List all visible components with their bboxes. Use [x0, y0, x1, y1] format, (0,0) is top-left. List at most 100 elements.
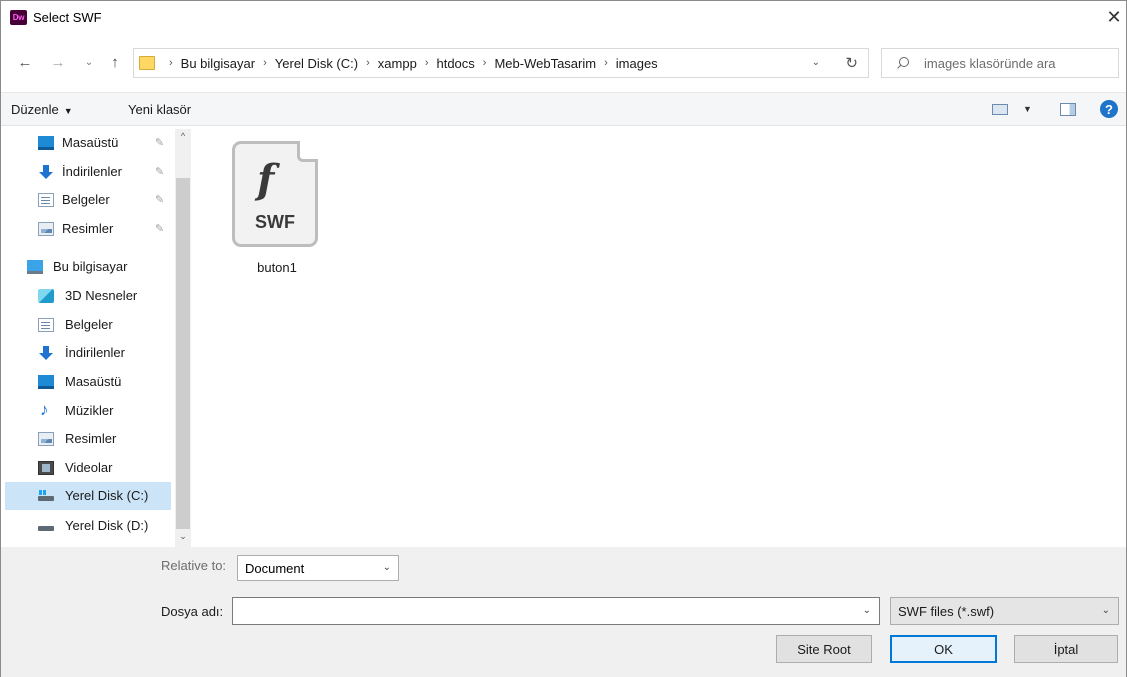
desktop-icon — [38, 136, 54, 150]
sidebar-item-label: İndirilenler — [65, 345, 125, 360]
relative-to-value: Document — [245, 561, 305, 576]
pin-icon[interactable]: ✎ — [155, 136, 164, 149]
sidebar-item-pictures[interactable]: Resimler — [5, 425, 171, 453]
cancel-button[interactable]: İptal — [1014, 635, 1118, 663]
downloads-icon — [38, 346, 54, 360]
music-icon — [38, 400, 54, 420]
chevron-right-icon[interactable]: › — [366, 57, 370, 69]
filename-field[interactable]: ⌄ — [232, 597, 880, 625]
close-icon[interactable]: ✕ — [1102, 5, 1126, 29]
file-dialog-window: Dw Select SWF ✕ ← → ⌄ ↑ › Bu bilgisayar … — [0, 0, 1127, 677]
drive-icon — [38, 489, 54, 503]
chevron-right-icon[interactable]: › — [425, 57, 429, 69]
sidebar-item-label: Yerel Disk (D:) — [65, 518, 149, 533]
sidebar-item-documents[interactable]: Belgeler — [5, 311, 171, 339]
file-item[interactable]: f SWF buton1 — [231, 137, 321, 277]
filetype-select[interactable]: SWF files (*.swf) ⌄ — [890, 597, 1119, 625]
up-arrow-icon[interactable]: ↑ — [105, 52, 125, 72]
search-input[interactable]: images klasöründe ara — [881, 48, 1119, 78]
scroll-up-icon[interactable]: ^ — [175, 131, 191, 145]
navigation-pane: Masaüstü ✎ İndirilenler ✎ Belgeler ✎ Res… — [5, 129, 191, 547]
sidebar-item-this-pc[interactable]: Bu bilgisayar — [5, 253, 171, 281]
breadcrumb-item[interactable]: images — [616, 56, 658, 71]
chevron-right-icon[interactable]: › — [483, 57, 487, 69]
sidebar-item-label: Masaüstü — [65, 374, 122, 389]
chevron-down-icon: ⌄ — [1101, 605, 1110, 616]
sidebar-item-label: Videolar — [65, 460, 113, 475]
relative-to-select[interactable]: Document ⌄ — [237, 555, 399, 581]
pin-icon[interactable]: ✎ — [155, 165, 164, 178]
breadcrumb-item[interactable]: htdocs — [436, 56, 474, 71]
pictures-icon — [38, 222, 54, 236]
scroll-thumb[interactable] — [176, 178, 190, 529]
filename-label: Dosya adı: — [161, 604, 224, 619]
sidebar-item-label: Yerel Disk (C:) — [65, 488, 149, 503]
view-options-caret-icon[interactable]: ▼ — [1023, 104, 1032, 114]
pictures-icon — [38, 432, 54, 446]
sidebar-item-music[interactable]: Müzikler — [5, 397, 171, 425]
sidebar-item-downloads[interactable]: İndirilenler — [5, 339, 171, 367]
chevron-down-icon[interactable]: ⌄ — [863, 605, 871, 616]
help-icon[interactable]: ? — [1100, 100, 1118, 118]
chevron-right-icon[interactable]: › — [263, 57, 267, 69]
file-name: buton1 — [257, 260, 297, 275]
sidebar-item-label: Resimler — [62, 221, 114, 236]
3d-objects-icon — [38, 289, 54, 303]
title-bar: Dw Select SWF ✕ — [1, 1, 1126, 35]
pin-icon[interactable]: ✎ — [155, 222, 164, 235]
sidebar-item-label: İndirilenler — [62, 164, 122, 179]
sidebar-item-drive-d[interactable]: Yerel Disk (D:) — [5, 512, 171, 540]
sidebar-item-3d-objects[interactable]: 3D Nesneler — [5, 282, 171, 310]
sidebar-item-label: Belgeler — [62, 192, 110, 207]
dialog-footer: Relative to: Document ⌄ Dosya adı: ⌄ SWF… — [1, 547, 1126, 677]
back-arrow-icon[interactable]: ← — [15, 52, 35, 72]
flash-logo-glyph: f — [257, 156, 275, 203]
file-list-area: f SWF buton1 — [193, 129, 1123, 547]
sidebar-item-quick-documents[interactable]: Belgeler ✎ — [5, 186, 171, 214]
site-root-button[interactable]: Site Root — [776, 635, 872, 663]
address-dropdown-chevron-icon[interactable]: ⌄ — [812, 57, 820, 68]
breadcrumb-item[interactable]: Bu bilgisayar — [181, 56, 255, 71]
new-folder-button[interactable]: Yeni klasör — [128, 102, 191, 117]
chevron-right-icon[interactable]: › — [604, 57, 608, 69]
address-bar[interactable]: › Bu bilgisayar › Yerel Disk (C:) › xamp… — [133, 48, 869, 78]
sidebar-item-label: Masaüstü — [62, 135, 119, 150]
filename-input[interactable] — [233, 598, 833, 622]
breadcrumb-item[interactable]: xampp — [378, 56, 417, 71]
drive-icon — [38, 519, 54, 533]
breadcrumb: › Bu bilgisayar › Yerel Disk (C:) › xamp… — [161, 56, 658, 71]
folder-icon — [139, 56, 155, 70]
sidebar-item-quick-downloads[interactable]: İndirilenler ✎ — [5, 158, 171, 186]
documents-icon — [38, 193, 54, 207]
scroll-down-icon[interactable]: ⌄ — [175, 531, 191, 545]
pin-icon[interactable]: ✎ — [155, 193, 164, 206]
sidebar-item-label: 3D Nesneler — [65, 288, 138, 303]
recent-locations-chevron-icon[interactable]: ⌄ — [79, 52, 99, 72]
sidebar-item-videos[interactable]: Videolar — [5, 454, 171, 482]
window-title: Select SWF — [33, 10, 102, 25]
ok-button[interactable]: OK — [890, 635, 997, 663]
sidebar-item-quick-desktop[interactable]: Masaüstü ✎ — [5, 129, 171, 157]
search-placeholder: images klasöründe ara — [924, 55, 1056, 71]
sidebar-item-drive-c[interactable]: Yerel Disk (C:) — [5, 482, 171, 510]
sidebar-item-quick-pictures[interactable]: Resimler ✎ — [5, 215, 171, 243]
breadcrumb-item[interactable]: Meb-WebTasarim — [494, 56, 596, 71]
chevron-right-icon: › — [169, 57, 173, 69]
sidebar-item-label: Resimler — [65, 431, 117, 446]
documents-icon — [38, 318, 54, 332]
downloads-icon — [38, 165, 54, 179]
refresh-icon[interactable]: ↻ — [845, 54, 858, 72]
breadcrumb-item[interactable]: Yerel Disk (C:) — [275, 56, 358, 71]
sidebar-scrollbar[interactable]: ^ ⌄ — [175, 129, 191, 547]
organize-label: Düzenle — [11, 102, 59, 117]
command-bar: Düzenle ▼ Yeni klasör ▼ ? — [1, 92, 1126, 126]
preview-pane-icon[interactable] — [1060, 103, 1076, 116]
dropdown-caret-icon: ▼ — [63, 106, 73, 116]
sidebar-item-desktop[interactable]: Masaüstü — [5, 368, 171, 396]
organize-menu-button[interactable]: Düzenle ▼ — [11, 102, 73, 117]
chevron-down-icon: ⌄ — [382, 562, 391, 573]
computer-icon — [27, 260, 43, 274]
search-icon — [896, 56, 909, 70]
change-view-icon[interactable] — [992, 104, 1008, 115]
forward-arrow-icon[interactable]: → — [48, 52, 68, 72]
